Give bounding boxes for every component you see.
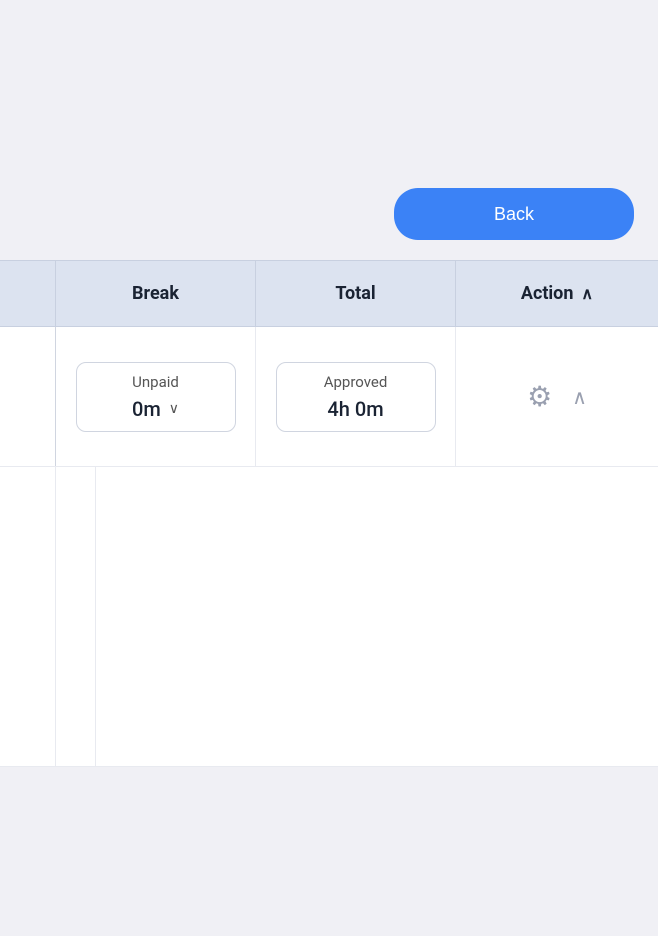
back-button[interactable]: Back (394, 188, 634, 240)
column-header-action: Action ∧ (456, 261, 658, 326)
action-sort-icon[interactable]: ∧ (581, 284, 593, 303)
column-header-index (0, 261, 56, 326)
row-collapse-icon[interactable]: ∧ (572, 385, 587, 409)
break-value-container: 0m ∨ (132, 397, 179, 421)
action-cell: ⚙ ∧ (456, 327, 658, 466)
table-row-partial (0, 467, 658, 767)
approved-label: Approved (324, 373, 388, 391)
top-area: Back (0, 0, 658, 260)
total-column-label: Total (335, 283, 375, 304)
break-column-label: Break (132, 283, 179, 304)
partial-cell-1 (0, 467, 56, 766)
row-index-cell (0, 327, 56, 466)
column-header-total: Total (256, 261, 456, 326)
total-cell: Approved 4h 0m (256, 327, 456, 466)
action-column-label: Action (521, 283, 574, 304)
partial-cell-2 (56, 467, 96, 766)
approved-value: 4h 0m (327, 397, 383, 421)
table-header: Break Total Action ∧ (0, 260, 658, 327)
column-header-break: Break (56, 261, 256, 326)
table-content: Unpaid 0m ∨ Approved 4h 0m ⚙ ∧ (0, 327, 658, 767)
table-row: Unpaid 0m ∨ Approved 4h 0m ⚙ ∧ (0, 327, 658, 467)
settings-icon[interactable]: ⚙ (527, 380, 552, 413)
break-cell: Unpaid 0m ∨ (56, 327, 256, 466)
break-dropdown-icon[interactable]: ∨ (169, 401, 179, 417)
page-wrapper: Back Break Total Action ∧ Unpaid (0, 0, 658, 936)
break-time-box[interactable]: Unpaid 0m ∨ (76, 362, 236, 432)
break-value: 0m (132, 397, 161, 421)
unpaid-label: Unpaid (132, 373, 179, 391)
approved-box: Approved 4h 0m (276, 362, 436, 432)
